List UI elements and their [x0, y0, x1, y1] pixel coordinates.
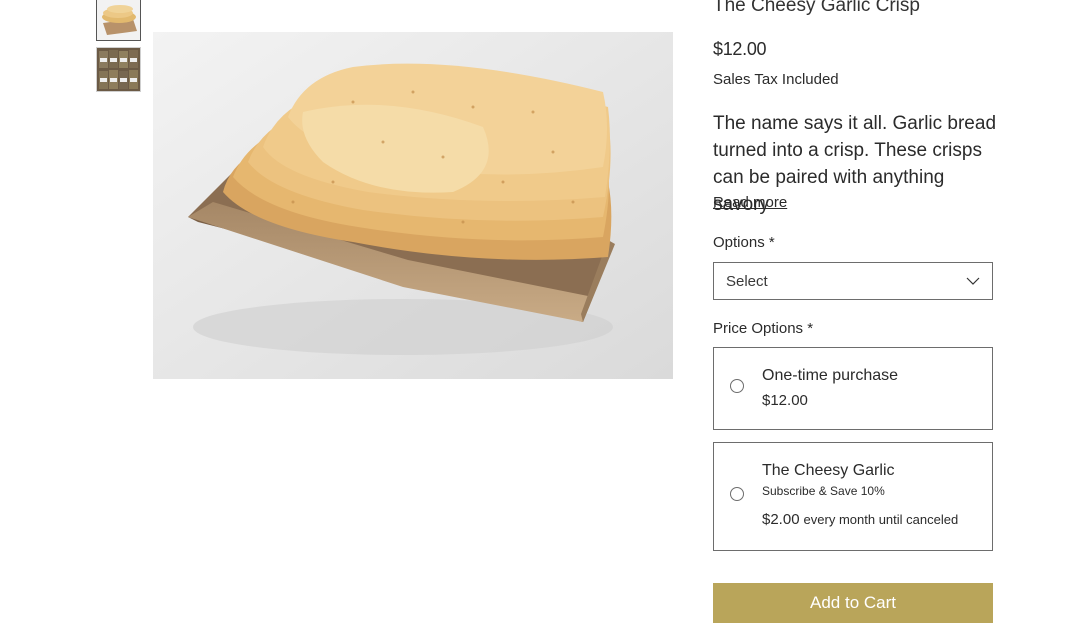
read-more-link[interactable]: Read more	[713, 194, 993, 211]
plan-name: The Cheesy Garlic	[762, 462, 895, 479]
chevron-down-icon	[966, 272, 980, 290]
radio-button[interactable]	[730, 487, 744, 501]
product-price: $12.00	[713, 39, 767, 59]
subscription-option[interactable]: The Cheesy Garlic Subscribe & Save 10% $…	[713, 442, 993, 551]
thumbnail-crisps[interactable]	[96, 0, 141, 41]
options-dropdown[interactable]: Select	[713, 262, 993, 300]
product-main-image[interactable]	[153, 32, 673, 379]
one-time-purchase-option[interactable]: One-time purchase $12.00	[713, 347, 993, 430]
thumbnail-crisps-image	[97, 0, 140, 40]
plan-frequency: every month until canceled	[803, 512, 959, 527]
options-selected-value: Select	[726, 272, 768, 290]
radio-button[interactable]	[730, 379, 744, 393]
thumbnail-packaged-bags-image	[97, 48, 140, 91]
tax-note: Sales Tax Included	[713, 71, 839, 88]
thumbnail-packaged-bags[interactable]	[96, 47, 141, 92]
plan-price: $2.00	[762, 511, 800, 528]
options-label: Options *	[713, 234, 775, 251]
plan-name: One-time purchase	[762, 367, 899, 384]
plan-price-line: $2.00 every month until canceled	[762, 511, 958, 528]
add-to-cart-button[interactable]: Add to Cart	[713, 583, 993, 623]
plan-price: $12.00	[762, 392, 808, 409]
plan-subtitle: Subscribe & Save 10%	[762, 484, 885, 498]
product-title: The Cheesy Garlic Crisp	[713, 0, 920, 16]
price-options-label: Price Options *	[713, 320, 814, 337]
